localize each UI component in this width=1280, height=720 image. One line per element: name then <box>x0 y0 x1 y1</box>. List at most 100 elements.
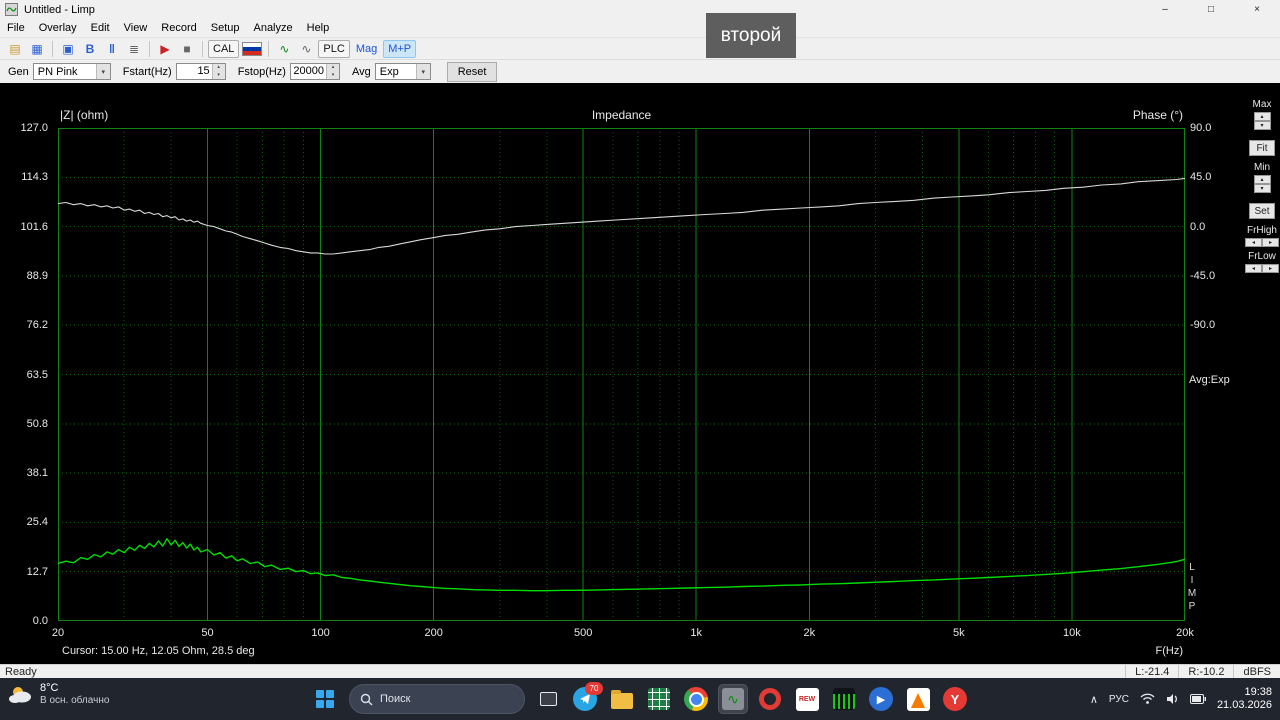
fit-button[interactable]: Fit <box>1249 140 1275 156</box>
chevron-down-icon[interactable]: ▾ <box>95 64 110 79</box>
x-tick-label: 10k <box>1063 627 1081 639</box>
toolbar-separator <box>202 40 203 57</box>
chart-title: Impedance <box>591 108 652 122</box>
menu-item-view[interactable]: View <box>117 19 155 37</box>
yandex-button[interactable]: Y <box>941 685 969 713</box>
y-tick-label-left: 127.0 <box>20 122 48 134</box>
file-explorer-button[interactable] <box>608 685 636 713</box>
fstart-decrement-button[interactable]: ▾ <box>212 71 225 79</box>
y-tick-label-left: 38.1 <box>26 467 48 480</box>
weather-widget[interactable]: 8°C В осн. облачно <box>8 682 109 707</box>
generator-type-select[interactable]: PN Pink ▾ <box>32 63 111 80</box>
close-button[interactable]: × <box>1234 0 1280 19</box>
frhigh-label: FrHigh <box>1246 225 1277 236</box>
y-tick-label-left: 0.0 <box>32 615 48 627</box>
magnitude-view-button[interactable]: Mag <box>352 40 381 58</box>
start-button[interactable] <box>310 684 340 714</box>
plot-canvas[interactable] <box>58 128 1185 621</box>
min-decrease-button[interactable]: ▾ <box>1253 184 1271 193</box>
generator-type-value: PN Pink <box>37 65 78 78</box>
y-tick-label-right: 90.0 <box>1190 122 1212 134</box>
fstop-input[interactable]: 20000 ▴ ▾ <box>289 63 340 80</box>
vlc-cone-icon <box>906 687 930 711</box>
opera-button[interactable] <box>756 685 784 713</box>
frhigh-increase-button[interactable]: ▸ <box>1262 238 1279 247</box>
calibrate-button[interactable]: CAL <box>208 39 240 58</box>
edit-button[interactable]: B <box>80 40 100 58</box>
chrome-button[interactable] <box>682 685 710 713</box>
tray-expand-icon[interactable]: ∧ <box>1090 693 1098 706</box>
menu-item-file[interactable]: File <box>0 19 32 37</box>
wifi-icon[interactable] <box>1140 693 1155 705</box>
chevron-down-icon[interactable]: ▾ <box>415 64 430 79</box>
fstop-increment-button[interactable]: ▴ <box>326 64 339 72</box>
open-file-button[interactable]: ▤ <box>5 40 25 58</box>
table-view-button[interactable]: ≣ <box>124 40 144 58</box>
menu-item-help[interactable]: Help <box>300 19 337 37</box>
frlow-decrease-button[interactable]: ◂ <box>1245 264 1262 273</box>
x-tick-label: 500 <box>574 627 593 639</box>
language-flag-icon[interactable] <box>241 40 263 58</box>
rew-button[interactable]: REW <box>793 685 821 713</box>
max-increase-button[interactable]: ▴ <box>1253 112 1271 121</box>
menu-item-analyze[interactable]: Analyze <box>246 19 299 37</box>
phase-curve <box>58 177 1185 255</box>
yandex-icon: Y <box>943 687 967 711</box>
right-axis-title: Phase (°) <box>1132 108 1183 122</box>
clock[interactable]: 19:38 21.03.2026 <box>1217 686 1272 712</box>
taskbar-search[interactable]: Поиск <box>349 684 525 714</box>
battery-icon[interactable] <box>1189 694 1206 704</box>
search-placeholder: Поиск <box>380 693 411 705</box>
media-player-button[interactable]: ▶ <box>867 685 895 713</box>
averaging-select[interactable]: Exp ▾ <box>374 63 431 80</box>
spreadsheet-button[interactable] <box>645 685 673 713</box>
minimize-button[interactable]: – <box>1142 0 1188 19</box>
copy-button[interactable]: ▣ <box>58 40 78 58</box>
y-tick-label-left: 63.5 <box>26 368 48 381</box>
record-start-button[interactable]: ▶ <box>155 40 175 58</box>
x-tick-label: 200 <box>424 627 443 639</box>
frlow-increase-button[interactable]: ▸ <box>1262 264 1279 273</box>
set-button[interactable]: Set <box>1249 203 1275 219</box>
right-channel-level: R:-10.2 <box>1178 665 1233 678</box>
pause-button[interactable]: ‖ <box>102 40 122 58</box>
fstart-increment-button[interactable]: ▴ <box>212 64 225 72</box>
save-file-button[interactable]: ▦ <box>27 40 47 58</box>
gen-label: Gen <box>8 65 29 78</box>
frlow-label: FrLow <box>1248 251 1276 262</box>
language-indicator[interactable]: РУС <box>1109 694 1129 705</box>
left-axis-tick-labels: 127.0 114.3 101.6 88.9 76.2 63.5 50.8 38.1 25.4 1… <box>0 122 52 627</box>
search-icon <box>360 693 373 705</box>
frhigh-decrease-button[interactable]: ◂ <box>1245 238 1262 247</box>
menu-item-record[interactable]: Record <box>154 19 203 37</box>
magnitude-phase-view-button[interactable]: M+P <box>383 39 417 58</box>
impedance-plot[interactable] <box>58 128 1185 621</box>
menu-item-edit[interactable]: Edit <box>84 19 117 37</box>
plc-button[interactable]: PLC <box>318 39 350 58</box>
fstart-input[interactable]: 15 ▴ ▾ <box>175 63 226 80</box>
scale-panel: Max ▴ ▾ Fit Min ▴ ▾ Set FrHigh ◂ ▸ FrLow… <box>1245 95 1279 273</box>
chrome-icon <box>684 687 708 711</box>
reset-button[interactable]: Reset <box>446 61 498 82</box>
signal-generator-button[interactable]: ∿ <box>296 40 316 58</box>
record-stop-button[interactable]: ■ <box>177 40 197 58</box>
vlc-button[interactable] <box>904 685 932 713</box>
windows-logo-icon <box>315 689 335 709</box>
volume-icon[interactable] <box>1166 693 1179 705</box>
frequency-response-button[interactable]: ∿ <box>274 40 294 58</box>
min-increase-button[interactable]: ▴ <box>1253 175 1271 184</box>
averaging-value: Exp <box>379 65 399 78</box>
telegram-button[interactable]: 70 <box>571 682 603 713</box>
menu-item-setup[interactable]: Setup <box>204 19 247 37</box>
menu-item-overlay[interactable]: Overlay <box>32 19 84 37</box>
limp-taskbar-button[interactable]: ∿ <box>719 685 747 713</box>
tray-date: 21.03.2026 <box>1216 699 1272 711</box>
status-ready: Ready <box>5 665 37 678</box>
fstop-decrement-button[interactable]: ▾ <box>326 71 339 79</box>
spectrum-analyzer-button[interactable] <box>830 685 858 713</box>
max-decrease-button[interactable]: ▾ <box>1253 121 1271 130</box>
y-tick-label-left: 114.3 <box>21 171 48 184</box>
maximize-button[interactable]: □ <box>1188 0 1234 19</box>
y-tick-label-left: 101.6 <box>20 220 48 233</box>
task-view-button[interactable] <box>534 685 562 713</box>
